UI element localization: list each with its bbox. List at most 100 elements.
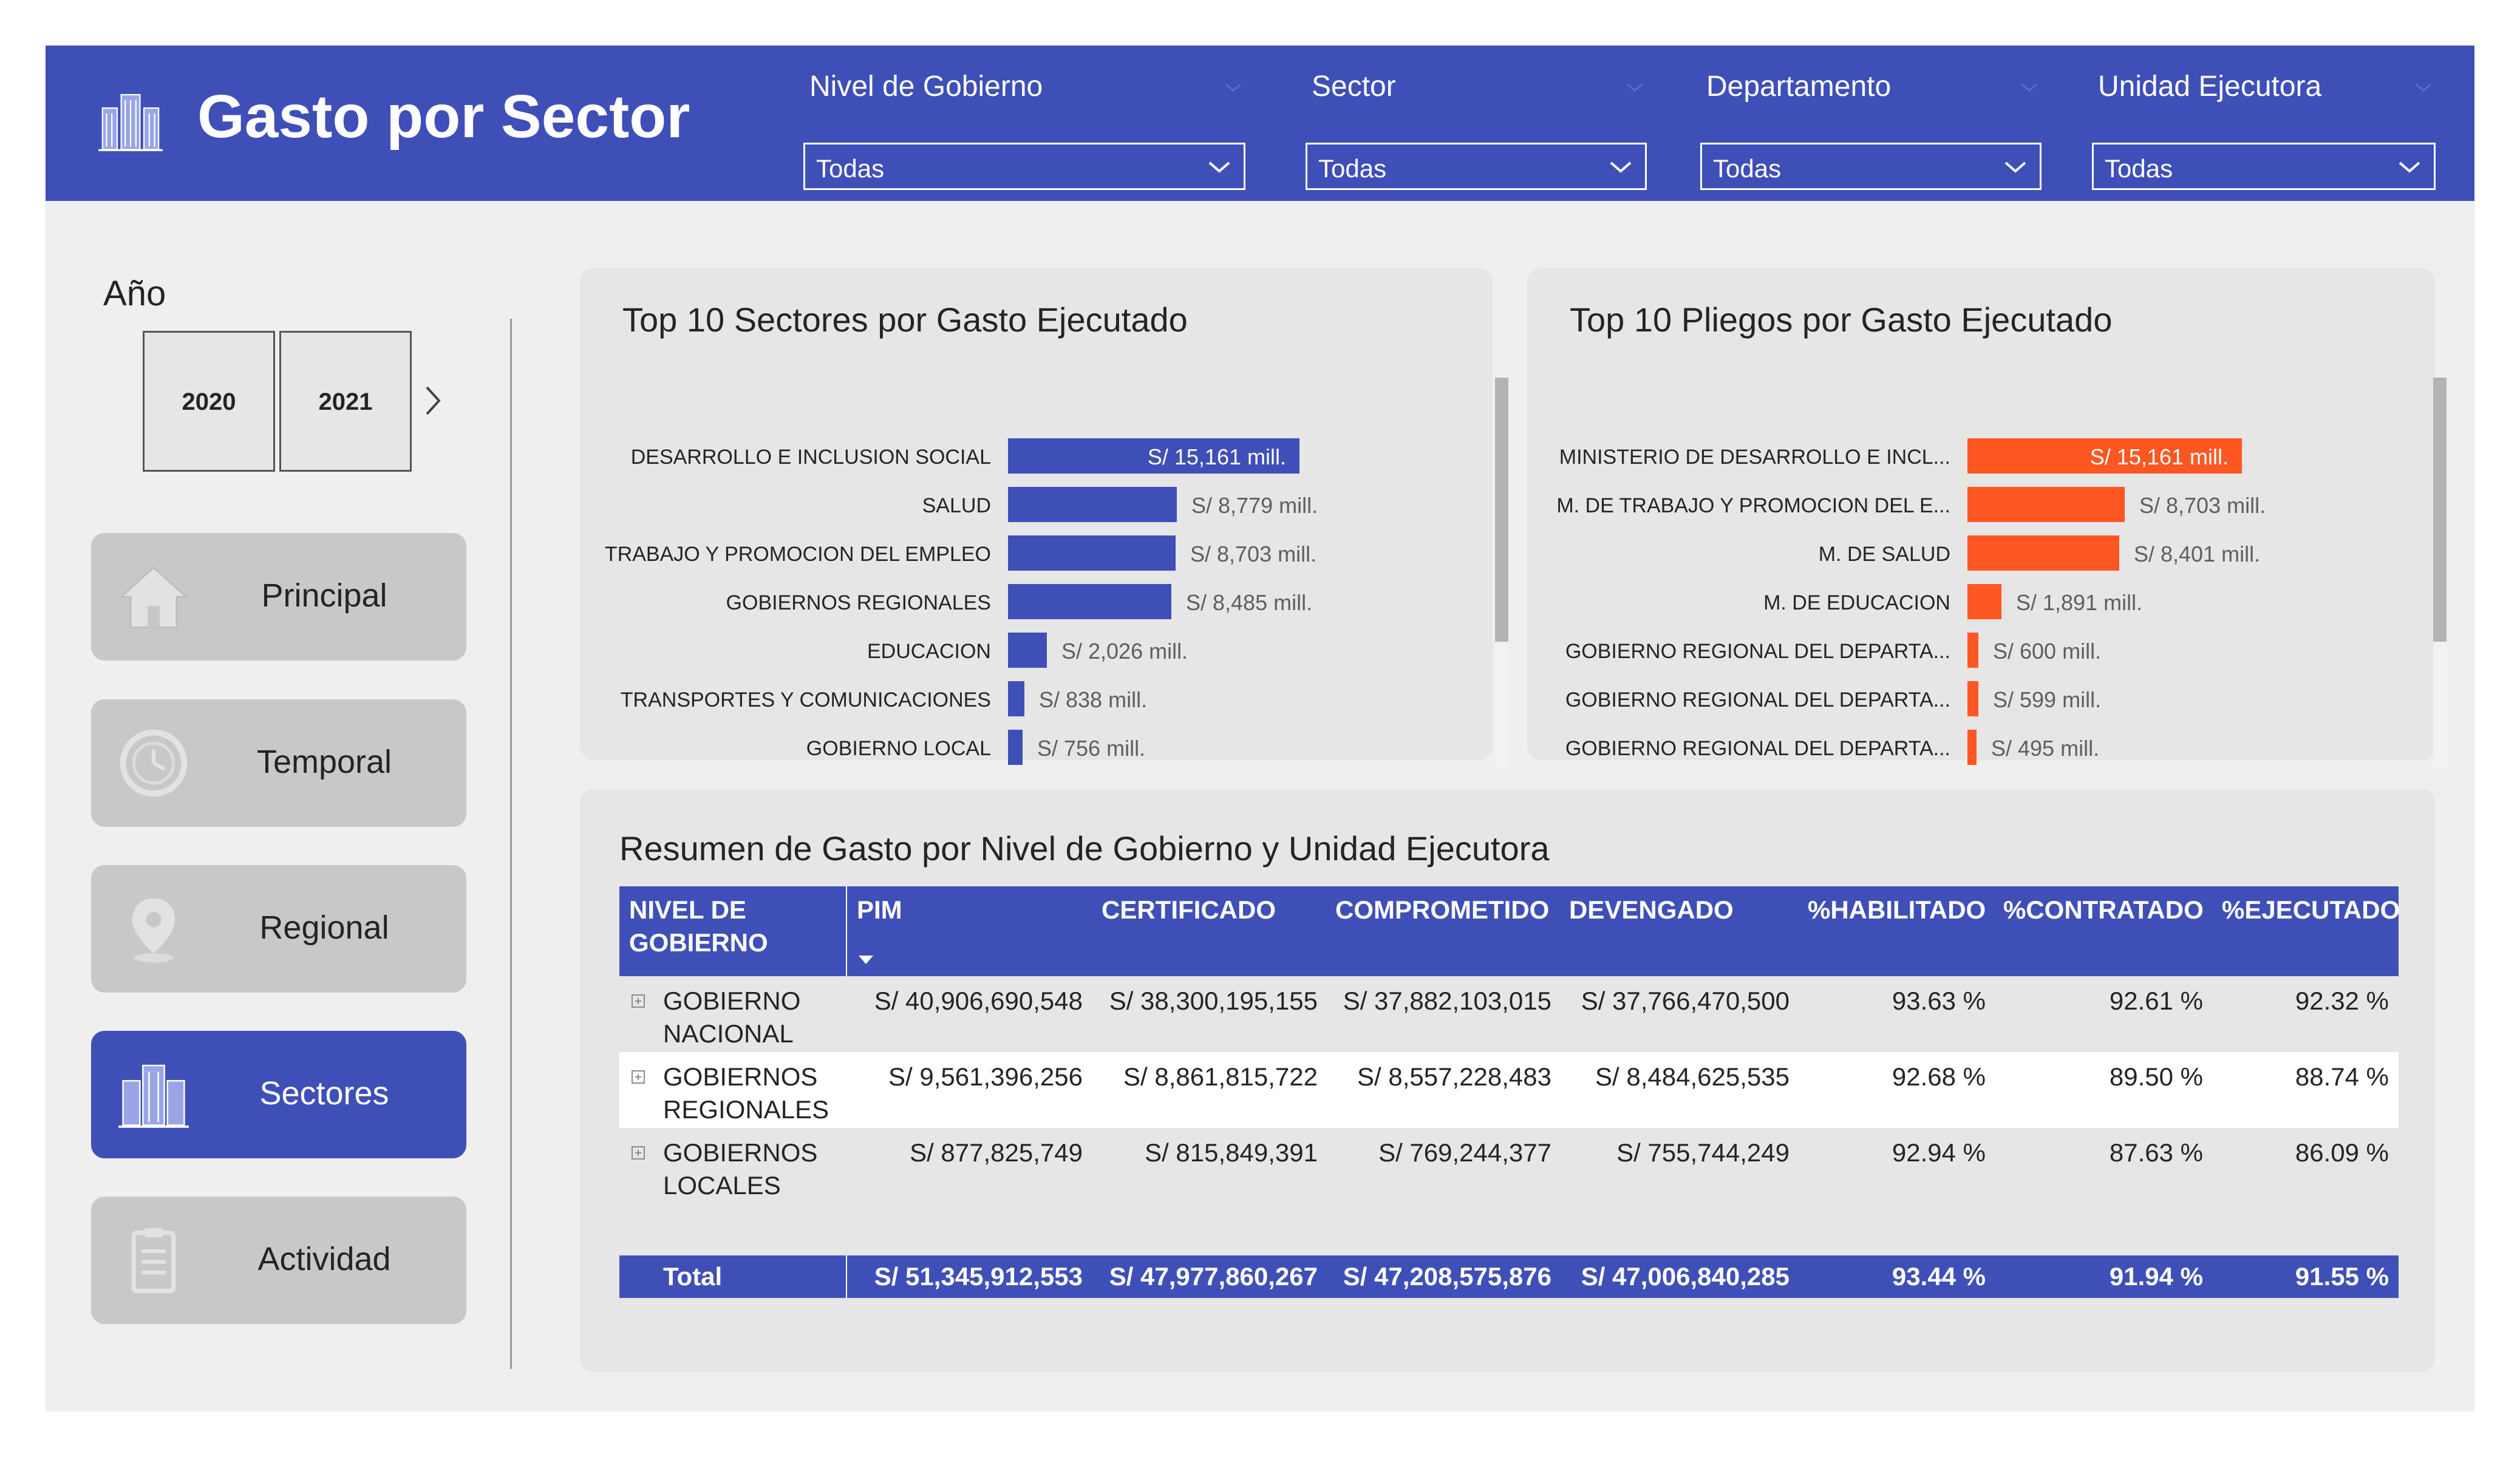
cell-habilitado: 92.94 % bbox=[1892, 1138, 1986, 1167]
bar-row[interactable]: SALUD S/ 8,779 mill. bbox=[580, 487, 1485, 522]
bar-row[interactable]: M. DE SALUD S/ 8,401 mill. bbox=[1527, 535, 2426, 571]
location-pin-icon bbox=[132, 898, 175, 963]
bar-value-label: S/ 838 mill. bbox=[1039, 687, 1148, 712]
chevron-down-icon[interactable] bbox=[2017, 78, 2042, 97]
filter-dropdown[interactable]: Todas bbox=[803, 143, 1245, 190]
cell-devengado: S/ 755,744,249 bbox=[1616, 1138, 1790, 1167]
chevron-down-icon bbox=[2399, 161, 2420, 173]
cell-certificado: S/ 38,300,195,155 bbox=[1109, 987, 1318, 1015]
scrollbar-thumb[interactable] bbox=[2433, 378, 2447, 642]
bar[interactable] bbox=[1008, 584, 1171, 619]
expand-icon[interactable] bbox=[632, 1070, 645, 1084]
bar[interactable] bbox=[1008, 681, 1024, 716]
table-row[interactable]: GOBIERNOS REGIONALES S/ 9,561,396,256 S/… bbox=[619, 1052, 2399, 1128]
bar[interactable] bbox=[1967, 681, 1978, 716]
nav-button-principal[interactable]: Principal bbox=[91, 533, 466, 661]
filter-dropdown[interactable]: Todas bbox=[1700, 143, 2042, 190]
cell-devengado: S/ 37,766,470,500 bbox=[1581, 987, 1790, 1015]
bar[interactable] bbox=[1008, 633, 1047, 668]
filter-label: Sector bbox=[1312, 70, 1396, 103]
column-header-nivel[interactable]: NIVEL DE GOBIERNO bbox=[619, 886, 846, 976]
nav-button-temporal[interactable]: Temporal bbox=[91, 699, 466, 827]
bar-row[interactable]: MINISTERIO DE DESARROLLO E INCL... S/ 15,… bbox=[1527, 438, 2426, 474]
chart-panel-pliegos: Top 10 Pliegos por Gasto Ejecutado MINIS… bbox=[1527, 268, 2447, 769]
scrollbar-thumb[interactable] bbox=[1495, 378, 1508, 642]
clipboard-icon bbox=[131, 1228, 176, 1294]
chevron-down-icon[interactable] bbox=[1623, 78, 1647, 97]
year-button-2020[interactable]: 2020 bbox=[143, 331, 275, 472]
column-header-comprometido[interactable]: COMPROMETIDO bbox=[1326, 886, 1559, 976]
expand-icon[interactable] bbox=[632, 1146, 645, 1160]
filter-label: Unidad Ejecutora bbox=[2098, 70, 2322, 103]
bar[interactable] bbox=[1967, 487, 2125, 522]
cell-habilitado: 93.63 % bbox=[1892, 987, 1986, 1015]
bar-row[interactable]: EDUCACION S/ 2,026 mill. bbox=[580, 633, 1485, 668]
bar-row[interactable]: DESARROLLO E INCLUSION SOCIAL S/ 15,161 m… bbox=[580, 438, 1485, 474]
year-label: 2021 bbox=[318, 389, 373, 415]
filter-label: Nivel de Gobierno bbox=[809, 70, 1043, 103]
bar-row[interactable]: GOBIERNO REGIONAL DEL DEPARTA... S/ 600 m… bbox=[1527, 633, 2426, 668]
filter-dropdown[interactable]: Todas bbox=[2092, 143, 2436, 190]
bar-category-label: M. DE EDUCACION bbox=[1763, 591, 1950, 614]
bar-row[interactable]: GOBIERNO LOCAL S/ 756 mill. bbox=[580, 730, 1485, 765]
chevron-down-icon[interactable] bbox=[1221, 78, 1245, 97]
total-ejecutado: 91.55 % bbox=[2295, 1262, 2389, 1291]
filter-value: Todas bbox=[1713, 154, 1782, 183]
bar[interactable] bbox=[1967, 584, 2001, 619]
column-header-pim[interactable]: PIM bbox=[846, 886, 1092, 976]
bar[interactable] bbox=[1008, 487, 1177, 522]
column-header-ejecutado[interactable]: %EJECUTADO bbox=[2212, 886, 2400, 976]
bar-row[interactable]: GOBIERNO REGIONAL DEL DEPARTA... S/ 599 m… bbox=[1527, 681, 2426, 716]
nav-button-regional[interactable]: Regional bbox=[91, 865, 466, 993]
cell-pim: S/ 40,906,690,548 bbox=[874, 987, 1083, 1015]
total-label: Total bbox=[663, 1262, 723, 1291]
nav-button-actividad[interactable]: Actividad bbox=[91, 1197, 466, 1324]
bar-value-label: S/ 495 mill. bbox=[1991, 736, 2100, 761]
cell-nivel: GOBIERNOS LOCALES bbox=[663, 1138, 818, 1200]
cell-devengado: S/ 8,484,625,535 bbox=[1595, 1062, 1790, 1091]
bar-category-label: GOBIERNO REGIONAL DEL DEPARTA... bbox=[1565, 640, 1950, 663]
cell-pim: S/ 9,561,396,256 bbox=[888, 1062, 1083, 1091]
column-header-habilitado[interactable]: %HABILITADO bbox=[1798, 886, 1994, 976]
total-habilitado: 93.44 % bbox=[1892, 1262, 1986, 1291]
bar[interactable] bbox=[1967, 633, 1978, 668]
scrollbar[interactable] bbox=[2433, 378, 2447, 769]
bar-row[interactable]: TRANSPORTES Y COMUNICACIONES S/ 838 mill. bbox=[580, 681, 1485, 716]
bar-row[interactable]: GOBIERNO REGIONAL DEL DEPARTA... S/ 495 m… bbox=[1527, 730, 2426, 765]
year-button-2021[interactable]: 2021 bbox=[279, 331, 412, 472]
cell-comprometido: S/ 769,244,377 bbox=[1378, 1138, 1551, 1167]
bar-row[interactable]: M. DE EDUCACION S/ 1,891 mill. bbox=[1527, 584, 2426, 619]
nav-button-sectores[interactable]: Sectores bbox=[91, 1031, 466, 1158]
column-header-certificado[interactable]: CERTIFICADO bbox=[1092, 886, 1326, 976]
bar-value-label: S/ 8,779 mill. bbox=[1191, 493, 1318, 518]
bar[interactable] bbox=[1008, 535, 1176, 571]
bar[interactable] bbox=[1967, 535, 2119, 571]
bar-row[interactable]: GOBIERNOS REGIONALES S/ 8,485 mill. bbox=[580, 584, 1485, 619]
nav-label: Temporal bbox=[256, 744, 392, 780]
bar-value-label: S/ 599 mill. bbox=[1993, 687, 2102, 712]
cell-certificado: S/ 8,861,815,722 bbox=[1123, 1062, 1318, 1091]
chart-title: Top 10 Sectores por Gasto Ejecutado bbox=[622, 301, 1188, 339]
bar-value-label: S/ 8,485 mill. bbox=[1186, 590, 1313, 615]
filter-label: Departamento bbox=[1706, 70, 1892, 103]
chevron-down-icon[interactable] bbox=[2411, 78, 2436, 97]
scrollbar[interactable] bbox=[1495, 378, 1508, 769]
chevron-right-icon[interactable] bbox=[421, 382, 445, 419]
bar-category-label: EDUCACION bbox=[867, 640, 991, 663]
chevron-down-icon bbox=[1610, 161, 1632, 173]
column-header-devengado[interactable]: DEVENGADO bbox=[1559, 886, 1798, 976]
table-row[interactable]: GOBIERNOS LOCALES S/ 877,825,749 S/ 815,… bbox=[619, 1128, 2399, 1204]
bar-value-label: S/ 8,703 mill. bbox=[2139, 493, 2266, 518]
bar[interactable] bbox=[1967, 730, 1977, 765]
total-contratado: 91.94 % bbox=[2109, 1262, 2203, 1291]
bar[interactable] bbox=[1008, 730, 1023, 765]
table-row[interactable]: GOBIERNO NACIONAL S/ 40,906,690,548 S/ 3… bbox=[619, 976, 2399, 1052]
expand-icon[interactable] bbox=[632, 994, 645, 1008]
bar-row[interactable]: TRABAJO Y PROMOCION DEL EMPLEO S/ 8,703 m… bbox=[580, 535, 1485, 571]
nav-label: Actividad bbox=[257, 1241, 391, 1277]
column-header-contratado[interactable]: %CONTRATADO bbox=[1994, 886, 2212, 976]
cell-comprometido: S/ 37,882,103,015 bbox=[1343, 987, 1551, 1015]
bar-row[interactable]: M. DE TRABAJO Y PROMOCION DEL E... S/ 8,7… bbox=[1527, 487, 2426, 522]
filter-dropdown[interactable]: Todas bbox=[1306, 143, 1647, 190]
cell-certificado: S/ 815,849,391 bbox=[1145, 1138, 1318, 1167]
